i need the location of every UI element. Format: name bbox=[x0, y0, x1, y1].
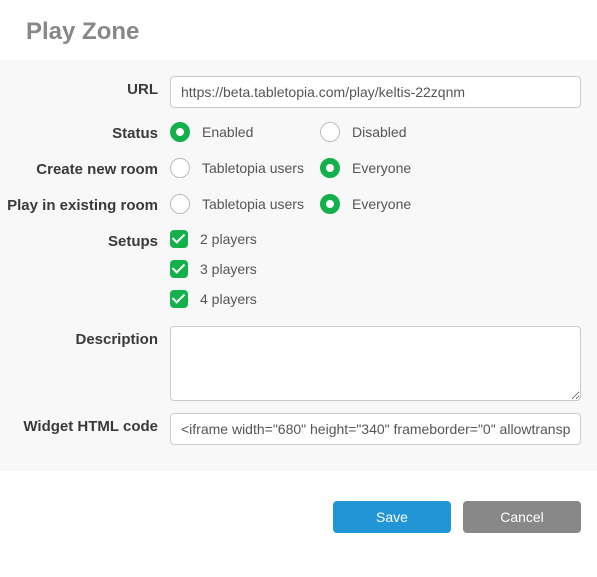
radio-label: Disabled bbox=[352, 124, 406, 140]
footer: Save Cancel bbox=[0, 471, 597, 551]
description-textarea[interactable] bbox=[170, 326, 581, 401]
status-option[interactable]: Enabled bbox=[170, 122, 320, 142]
checkbox-label: 4 players bbox=[200, 291, 257, 307]
checkbox-icon bbox=[170, 260, 188, 278]
radio-icon bbox=[170, 158, 190, 178]
form-content: URL Status Enabled Disabled Create new ro… bbox=[0, 60, 597, 471]
checkbox-label: 2 players bbox=[200, 231, 257, 247]
status-label: Status bbox=[0, 120, 170, 142]
url-input[interactable] bbox=[170, 76, 581, 108]
radio-icon bbox=[320, 122, 340, 142]
setups-label: Setups bbox=[0, 228, 170, 250]
radio-label: Everyone bbox=[352, 196, 411, 212]
setup-option[interactable]: 2 players bbox=[170, 230, 581, 248]
radio-icon bbox=[320, 194, 340, 214]
create-room-label: Create new room bbox=[0, 156, 170, 178]
save-button[interactable]: Save bbox=[333, 501, 451, 533]
radio-label: Tabletopia users bbox=[202, 196, 304, 212]
radio-icon bbox=[170, 122, 190, 142]
setup-option[interactable]: 3 players bbox=[170, 260, 581, 278]
existing-room-option[interactable]: Everyone bbox=[320, 194, 470, 214]
radio-label: Tabletopia users bbox=[202, 160, 304, 176]
setup-option[interactable]: 4 players bbox=[170, 290, 581, 308]
checkbox-icon bbox=[170, 230, 188, 248]
description-label: Description bbox=[0, 326, 170, 348]
url-label: URL bbox=[0, 76, 170, 98]
existing-room-label: Play in existing room bbox=[0, 192, 170, 214]
widget-label: Widget HTML code bbox=[0, 413, 170, 435]
create-room-option[interactable]: Everyone bbox=[320, 158, 470, 178]
radio-label: Enabled bbox=[202, 124, 253, 140]
radio-label: Everyone bbox=[352, 160, 411, 176]
existing-room-option[interactable]: Tabletopia users bbox=[170, 194, 320, 214]
checkbox-label: 3 players bbox=[200, 261, 257, 277]
page-title: Play Zone bbox=[26, 18, 571, 46]
radio-icon bbox=[170, 194, 190, 214]
radio-icon bbox=[320, 158, 340, 178]
cancel-button[interactable]: Cancel bbox=[463, 501, 581, 533]
widget-code-input[interactable] bbox=[170, 413, 581, 445]
create-room-option[interactable]: Tabletopia users bbox=[170, 158, 320, 178]
checkbox-icon bbox=[170, 290, 188, 308]
status-option[interactable]: Disabled bbox=[320, 122, 470, 142]
